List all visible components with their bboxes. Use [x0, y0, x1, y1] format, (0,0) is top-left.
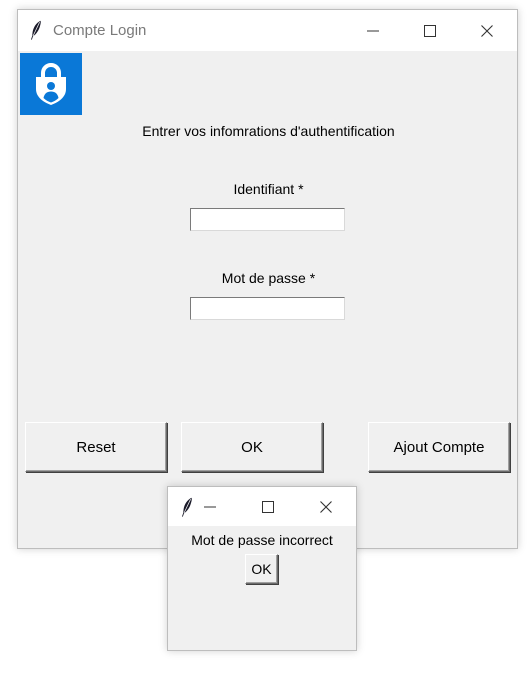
lock-person-logo — [20, 53, 82, 115]
maximize-icon — [424, 24, 436, 37]
maximize-icon — [262, 500, 274, 513]
dialog-maximize-button[interactable] — [254, 487, 282, 526]
login-window: Compte Login Entrer vos infomrations d'a… — [17, 9, 518, 549]
ok-button[interactable]: OK — [181, 422, 323, 472]
username-label: Identifiant * — [233, 181, 304, 197]
lock-person-icon — [36, 62, 66, 105]
dialog-minimize-button[interactable] — [196, 487, 224, 526]
error-message: Mot de passe incorrect — [191, 532, 333, 548]
minimize-button[interactable] — [350, 10, 396, 51]
minimize-icon — [204, 506, 216, 507]
dialog-close-button[interactable] — [312, 487, 340, 526]
title-bar[interactable]: Compte Login — [18, 10, 517, 51]
close-button[interactable] — [464, 10, 510, 51]
close-icon — [320, 500, 332, 513]
reset-button[interactable]: Reset — [25, 422, 167, 472]
feather-icon — [181, 497, 193, 522]
dialog-ok-button[interactable]: OK — [245, 554, 278, 584]
minimize-icon — [367, 30, 379, 31]
dialog-title-bar[interactable] — [168, 487, 356, 526]
close-icon — [481, 24, 493, 37]
password-label: Mot de passe * — [221, 270, 316, 286]
add-account-button[interactable]: Ajout Compte — [368, 422, 510, 472]
window-title: Compte Login — [53, 22, 147, 39]
error-dialog: Mot de passe incorrect OK — [167, 486, 357, 651]
password-input[interactable] — [190, 297, 345, 320]
username-input[interactable] — [190, 208, 345, 231]
instruction-text: Entrer vos infomrations d'authentificati… — [142, 123, 395, 139]
feather-icon — [30, 20, 42, 45]
maximize-button[interactable] — [407, 10, 453, 51]
